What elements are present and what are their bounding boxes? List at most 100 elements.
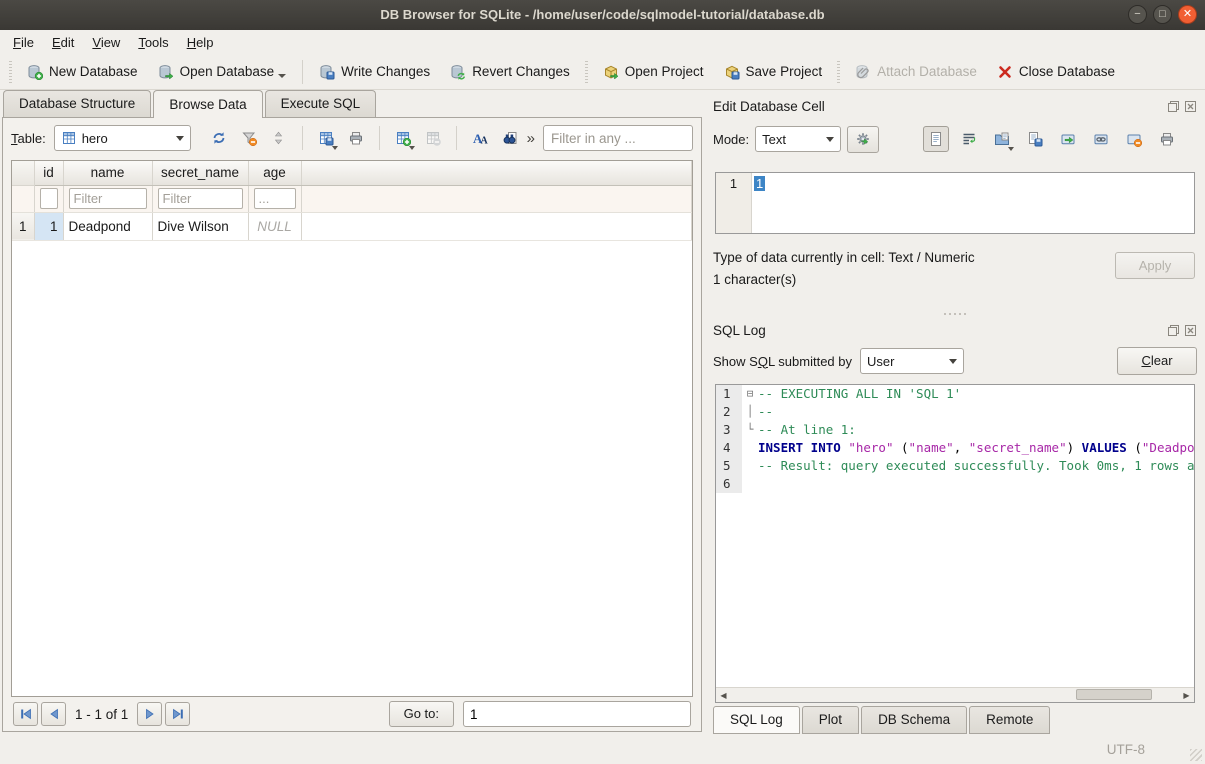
column-header-id[interactable]: id bbox=[34, 161, 63, 185]
goto-input[interactable] bbox=[463, 701, 691, 727]
bottom-tab-sql-log[interactable]: SQL Log bbox=[713, 706, 800, 734]
scroll-right-icon[interactable]: ▶ bbox=[1179, 688, 1194, 702]
clear-log-button[interactable]: Clear bbox=[1117, 347, 1197, 375]
menu-file[interactable]: File bbox=[4, 33, 43, 52]
goto-button[interactable]: Go to: bbox=[389, 701, 454, 727]
toolbar-separator bbox=[302, 60, 303, 84]
menu-view[interactable]: View bbox=[83, 33, 129, 52]
revert-changes-icon bbox=[450, 64, 466, 80]
bottom-tab-plot[interactable]: Plot bbox=[802, 706, 859, 734]
close-dock-icon[interactable] bbox=[1184, 324, 1197, 337]
resize-grip[interactable] bbox=[1190, 749, 1202, 761]
close-dock-icon[interactable] bbox=[1184, 100, 1197, 113]
cell-age[interactable]: NULL bbox=[248, 212, 301, 240]
cell-editor-content[interactable]: 1 bbox=[752, 173, 1194, 233]
title-bar: DB Browser for SQLite - /home/user/code/… bbox=[0, 0, 1205, 30]
edit-cell-toolbar: Mode: Text bbox=[713, 122, 1197, 156]
filter-any-input[interactable] bbox=[543, 125, 693, 151]
column-filter-input-name[interactable] bbox=[69, 188, 147, 209]
toolbar-overflow-chevron[interactable]: » bbox=[527, 130, 535, 147]
font-button[interactable]: AA bbox=[467, 125, 493, 151]
menu-help[interactable]: Help bbox=[178, 33, 223, 52]
export-text-button[interactable] bbox=[1022, 126, 1048, 152]
row-header[interactable]: 1 bbox=[12, 212, 34, 240]
fold-marker[interactable]: ⊟ bbox=[742, 385, 758, 403]
refresh-icon bbox=[211, 130, 227, 146]
clear-sort-button[interactable] bbox=[266, 125, 292, 151]
horizontal-scrollbar[interactable]: ◀ ▶ bbox=[716, 687, 1194, 702]
close-database-button[interactable]: Close Database bbox=[987, 59, 1125, 85]
toolbar-separator bbox=[456, 126, 457, 150]
column-filter-input-id[interactable] bbox=[40, 188, 58, 209]
import-text-button[interactable] bbox=[989, 126, 1015, 152]
bottom-tab-db-schema[interactable]: DB Schema bbox=[861, 706, 967, 734]
cell-editor[interactable]: 1 1 bbox=[715, 172, 1195, 234]
dock-splitter[interactable] bbox=[713, 310, 1197, 318]
cell-id[interactable]: 1 bbox=[34, 212, 63, 240]
tab-browse-data[interactable]: Browse Data bbox=[153, 90, 262, 118]
tab-database-structure[interactable]: Database Structure bbox=[3, 90, 151, 117]
sql-log-line: 3└-- At line 1: bbox=[716, 421, 1194, 439]
write-changes-button[interactable]: Write Changes bbox=[309, 59, 440, 85]
cell-secret_name[interactable]: Dive Wilson bbox=[152, 212, 248, 240]
open-project-button[interactable]: Open Project bbox=[593, 59, 714, 85]
scrollbar-track[interactable] bbox=[731, 688, 1179, 702]
gear-apply-button[interactable] bbox=[847, 126, 879, 153]
cell-print-button[interactable] bbox=[1154, 126, 1180, 152]
scrollbar-thumb[interactable] bbox=[1076, 689, 1152, 700]
tab-execute-sql[interactable]: Execute SQL bbox=[265, 90, 377, 117]
refresh-button[interactable] bbox=[206, 125, 232, 151]
clear-filters-button[interactable] bbox=[236, 125, 262, 151]
minimize-icon[interactable]: − bbox=[1128, 5, 1147, 24]
chevron-down-icon[interactable] bbox=[278, 74, 286, 78]
maximize-icon[interactable]: □ bbox=[1153, 5, 1172, 24]
find-button[interactable] bbox=[497, 125, 523, 151]
column-header-name[interactable]: name bbox=[63, 161, 152, 185]
menu-edit[interactable]: Edit bbox=[43, 33, 83, 52]
open-project-icon bbox=[603, 64, 619, 80]
submitted-by-combobox[interactable]: User bbox=[860, 348, 964, 374]
last-record-button[interactable] bbox=[165, 702, 190, 726]
write-changes-icon bbox=[319, 64, 335, 80]
word-wrap-button[interactable] bbox=[956, 126, 982, 152]
export-text-icon bbox=[1027, 131, 1043, 147]
scroll-left-icon[interactable]: ◀ bbox=[716, 688, 731, 702]
insert-record-button[interactable] bbox=[390, 125, 416, 151]
document-button[interactable] bbox=[923, 126, 949, 152]
workspace: Database StructureBrowse DataExecute SQL… bbox=[0, 90, 1205, 735]
attach-database-button[interactable]: Attach Database bbox=[845, 59, 987, 85]
first-record-button[interactable] bbox=[13, 702, 38, 726]
float-dock-icon[interactable] bbox=[1167, 324, 1180, 337]
link-button[interactable] bbox=[1088, 126, 1114, 152]
table-combobox[interactable]: hero bbox=[54, 125, 191, 151]
set-null-button[interactable] bbox=[1121, 126, 1147, 152]
column-filter-input-secret_name[interactable] bbox=[158, 188, 243, 209]
record-range-label: 1 - 1 of 1 bbox=[69, 707, 134, 722]
open-database-button[interactable]: Open Database bbox=[148, 59, 297, 85]
cell-name[interactable]: Deadpond bbox=[63, 212, 152, 240]
save-project-button[interactable]: Save Project bbox=[714, 59, 833, 85]
column-header-secret_name[interactable]: secret_name bbox=[152, 161, 248, 185]
close-icon[interactable]: ✕ bbox=[1178, 5, 1197, 24]
fold-marker: └ bbox=[742, 421, 758, 439]
open-external-button[interactable] bbox=[1055, 126, 1081, 152]
new-database-button[interactable]: New Database bbox=[17, 59, 148, 85]
delete-record-button[interactable] bbox=[420, 125, 446, 151]
mode-combobox[interactable]: Text bbox=[755, 126, 841, 152]
menu-tools[interactable]: Tools bbox=[129, 33, 177, 52]
mode-label: Mode: bbox=[713, 132, 749, 147]
column-filter-input-age[interactable] bbox=[254, 188, 296, 209]
insert-record-icon bbox=[395, 130, 411, 146]
open-database-icon bbox=[158, 64, 174, 80]
column-header-age[interactable]: age bbox=[248, 161, 301, 185]
next-record-button[interactable] bbox=[137, 702, 162, 726]
apply-button[interactable]: Apply bbox=[1115, 252, 1195, 279]
bottom-tab-remote[interactable]: Remote bbox=[969, 706, 1050, 734]
revert-changes-button[interactable]: Revert Changes bbox=[440, 59, 580, 85]
float-dock-icon[interactable] bbox=[1167, 100, 1180, 113]
save-results-button[interactable] bbox=[313, 125, 339, 151]
print-button[interactable] bbox=[343, 125, 369, 151]
previous-record-button[interactable] bbox=[41, 702, 66, 726]
sql-log-line: 5-- Result: query executed successfully.… bbox=[716, 457, 1194, 475]
chevron-down-icon bbox=[1008, 147, 1014, 151]
